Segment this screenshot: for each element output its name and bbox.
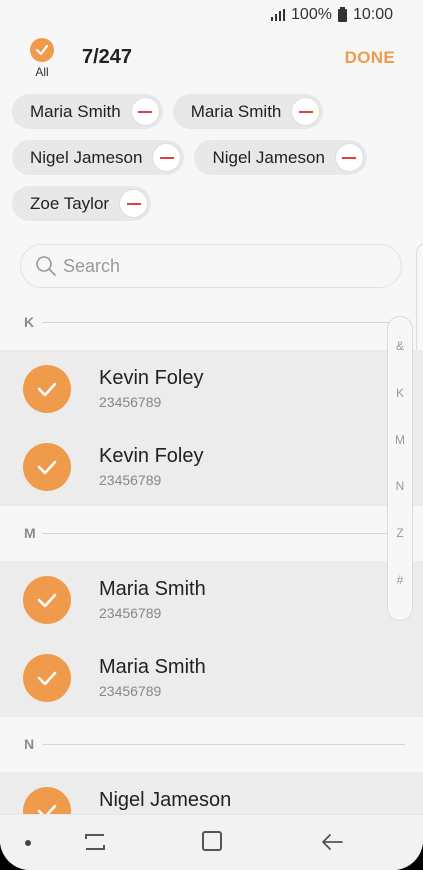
search-input[interactable]: Search (20, 244, 402, 288)
index-letter[interactable]: M (395, 433, 405, 480)
selected-chip: Nigel Jameson (194, 140, 367, 175)
battery-icon (337, 6, 347, 22)
checked-icon[interactable] (23, 654, 71, 702)
index-letter[interactable]: N (396, 479, 405, 526)
selected-chip: Zoe Taylor (12, 186, 152, 221)
index-letter[interactable]: & (396, 339, 404, 386)
checked-icon[interactable] (23, 576, 71, 624)
phone-screen: 100% 10:00 All 7/247 DONE Maria Smith Ma… (0, 0, 423, 870)
selected-count: 7/247 (82, 46, 133, 68)
chip-label: Nigel Jameson (30, 147, 143, 167)
contact-phone: 23456789 (99, 394, 162, 410)
contact-phone: 23456789 (99, 472, 162, 488)
contact-phone: 23456789 (99, 605, 162, 621)
chip-label: Zoe Taylor (30, 193, 110, 213)
contact-name: Kevin Foley (99, 445, 204, 467)
remove-icon[interactable] (130, 97, 160, 126)
navigation-bar (0, 814, 423, 870)
selected-chip: Maria Smith (172, 94, 324, 129)
divider (42, 321, 405, 323)
contact-name: Maria Smith (99, 656, 206, 678)
section-letter: N (24, 736, 35, 752)
select-all-label: All (35, 65, 49, 79)
remove-icon[interactable] (152, 143, 182, 172)
index-letter[interactable]: Z (396, 526, 403, 573)
section-header-k: K (0, 307, 423, 337)
contact-row[interactable]: Maria Smith 23456789 (0, 561, 423, 639)
contact-name: Kevin Foley (99, 367, 204, 389)
select-all-toggle[interactable]: All (26, 38, 58, 79)
remove-icon[interactable] (119, 189, 149, 218)
section-letter: M (24, 525, 36, 541)
selected-chip: Nigel Jameson (12, 140, 185, 175)
chip-label: Nigel Jameson (212, 147, 325, 167)
contact-name: Nigel Jameson (99, 789, 232, 811)
checked-icon[interactable] (23, 443, 71, 491)
divider (42, 532, 405, 534)
remove-icon[interactable] (291, 97, 321, 126)
selected-chips: Maria Smith Maria Smith Nigel Jameson Ni… (12, 94, 411, 232)
contact-row[interactable]: Kevin Foley 23456789 (0, 428, 423, 506)
chip-label: Maria Smith (30, 101, 121, 121)
back-icon[interactable] (320, 831, 344, 853)
checked-icon[interactable] (23, 365, 71, 413)
clock: 10:00 (352, 6, 393, 23)
chip-label: Maria Smith (190, 101, 282, 121)
contact-phone: 23456789 (99, 683, 162, 699)
section-header-m: M (0, 518, 423, 548)
done-button[interactable]: DONE (345, 48, 395, 68)
remove-icon[interactable] (334, 143, 364, 172)
section-header-n: N (0, 729, 423, 759)
check-icon (30, 38, 54, 62)
alphabet-index-scrollbar[interactable]: & K M N Z # (387, 316, 413, 621)
index-letter[interactable]: # (397, 573, 404, 620)
signal-icon (271, 9, 286, 21)
battery-percent: 100% (291, 6, 332, 23)
keyboard-dot-icon[interactable] (25, 840, 31, 846)
home-icon[interactable] (202, 831, 222, 851)
divider (42, 743, 405, 745)
section-letter: K (24, 314, 35, 330)
contact-row[interactable]: Maria Smith 23456789 (0, 639, 423, 717)
contact-name: Maria Smith (99, 578, 206, 600)
selected-chip: Maria Smith (12, 94, 163, 129)
search-placeholder: Search (63, 255, 121, 276)
search-icon (36, 256, 56, 276)
selection-header: All 7/247 DONE (0, 36, 423, 82)
recent-apps-icon[interactable] (84, 831, 106, 853)
contact-row[interactable]: Kevin Foley 23456789 (0, 350, 423, 428)
status-bar: 100% 10:00 (0, 0, 423, 30)
index-letter[interactable]: K (396, 386, 404, 433)
